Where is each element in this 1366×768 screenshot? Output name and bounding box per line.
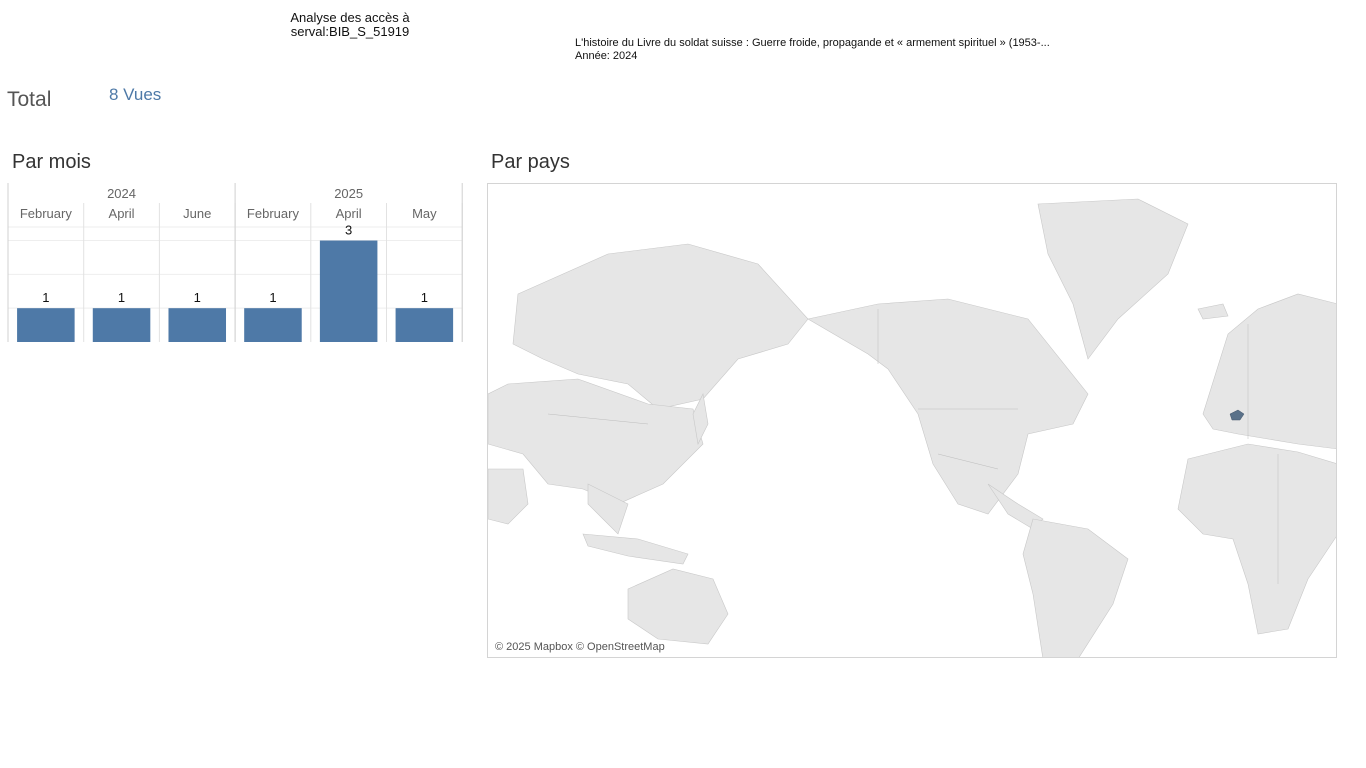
europe-landmass — [1202, 293, 1336, 450]
month-label: February — [20, 206, 73, 221]
total-label: Total — [7, 88, 52, 111]
bar — [168, 308, 227, 342]
analysis-header-line1: Analyse des accès à — [290, 10, 410, 25]
world-map-svg — [488, 198, 1336, 657]
bar-value-label: 1 — [421, 290, 428, 305]
document-title: L'histoire du Livre du soldat suisse : G… — [575, 37, 1050, 49]
bar — [395, 308, 454, 342]
year-label: 2025 — [334, 186, 363, 201]
month-label: May — [412, 206, 437, 221]
iceland-landmass — [1197, 303, 1229, 320]
africa-landmass — [1177, 443, 1336, 635]
australia-landmass — [627, 568, 729, 645]
bar — [92, 308, 151, 342]
south-america-landmass — [1022, 518, 1129, 657]
bar-value-label: 1 — [194, 290, 201, 305]
bar — [319, 240, 378, 342]
india-landmass — [488, 468, 529, 525]
bar-value-label: 1 — [42, 290, 49, 305]
document-year: Année: 2024 — [575, 50, 638, 62]
total-value: 8 Vues — [109, 85, 162, 104]
par-mois-title: Par mois — [12, 151, 91, 173]
month-label: February — [247, 206, 300, 221]
indonesia-landmass — [582, 533, 689, 565]
analysis-header-line2: serval:BIB_S_51919 — [290, 24, 410, 39]
month-label: April — [336, 206, 362, 221]
bar-value-label: 1 — [118, 290, 125, 305]
analysis-header: Analyse des accès à serval:BIB_S_51919 — [250, 11, 450, 39]
month-label: April — [109, 206, 135, 221]
par-pays-title: Par pays — [491, 151, 570, 173]
month-label: June — [183, 206, 211, 221]
document-info: L'histoire du Livre du soldat suisse : G… — [575, 37, 1050, 63]
bar — [244, 308, 302, 342]
north-america-landmass — [807, 298, 1089, 515]
year-label: 2024 — [107, 186, 136, 201]
monthly-bar-chart: 2024 2025 February 1 April 1 June 1 February 1 Apr… — [7, 183, 463, 342]
bar-value-label: 1 — [269, 290, 276, 305]
map-attribution: © 2025 Mapbox © OpenStreetMap — [495, 641, 665, 653]
bar-value-label: 3 — [345, 223, 352, 238]
greenland-landmass — [1037, 198, 1189, 360]
world-map[interactable] — [487, 183, 1337, 658]
bar — [17, 308, 75, 342]
